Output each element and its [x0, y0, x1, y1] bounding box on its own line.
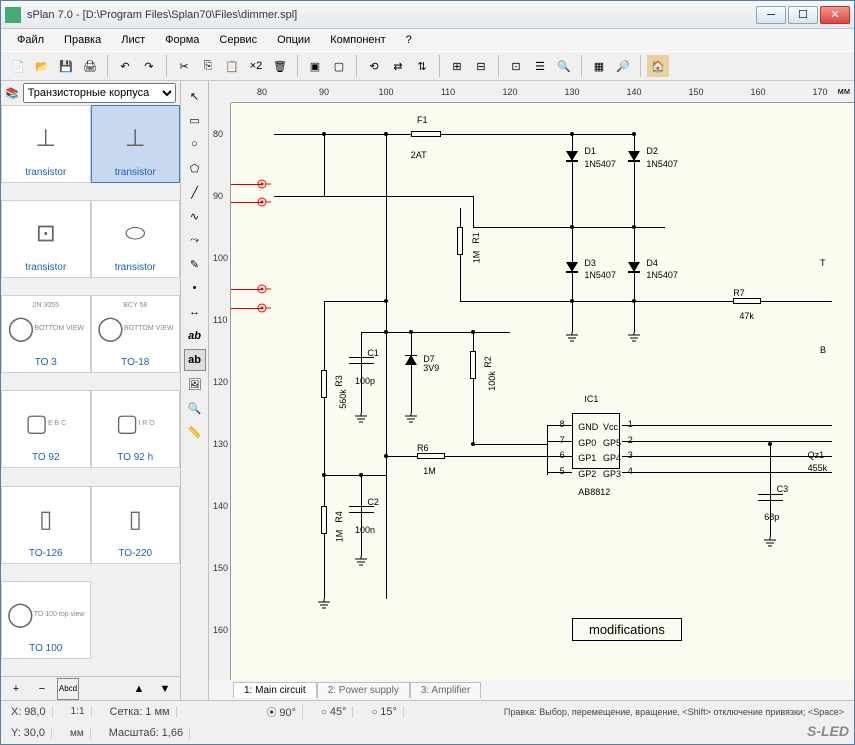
main-toolbar: 📄 📂 💾 🖨 ↶ ↷ ✂ ⎘ 📋 ×2 🗑 ▣ ▢ ⟲ ⇄ ⇅ ⊞ ⊟ ⊡ ☰…	[1, 51, 854, 81]
menu-form[interactable]: Форма	[157, 32, 207, 48]
status-hint: Правка: Выбор, перемещение, вращение, <S…	[498, 707, 850, 717]
group-button[interactable]: ⊞	[446, 55, 468, 77]
menu-component[interactable]: Компонент	[322, 32, 393, 48]
rotate-button[interactable]: ⟲	[363, 55, 385, 77]
bezier-tool[interactable]: ⤳	[184, 229, 206, 251]
ruler-unit: мм	[838, 86, 850, 96]
cursor-x: X: 98,0	[5, 706, 53, 718]
status-unit: мм	[64, 728, 91, 739]
grid-button[interactable]: ▦	[588, 55, 610, 77]
select-tool[interactable]: ↖	[184, 85, 206, 107]
component-TO-3[interactable]: 2N 3055◯BOTTOM VIEWTO 3	[1, 295, 91, 373]
snap-button[interactable]: ⊡	[505, 55, 527, 77]
freehand-tool[interactable]: ✎	[184, 253, 206, 275]
app-icon	[5, 7, 21, 23]
angle-45[interactable]: ○ 45°	[315, 706, 353, 718]
zoom-button[interactable]: 🔎	[612, 55, 634, 77]
titlebar: sPlan 7.0 - [D:\Program Files\Splan70\Fi…	[1, 1, 854, 29]
scale-info: Масштаб: 1,66	[103, 727, 190, 739]
menu-help[interactable]: ?	[398, 32, 420, 48]
node-tool[interactable]: •	[184, 277, 206, 299]
text-tool[interactable]: ab	[184, 325, 206, 347]
watermark-logo: S-LED	[807, 723, 849, 739]
sort-desc-button[interactable]: ▼	[154, 678, 176, 700]
delete-button[interactable]: 🗑	[269, 55, 291, 77]
component-TO-126[interactable]: ▯TO-126	[1, 486, 91, 564]
measure-tool[interactable]: 📏	[184, 421, 206, 443]
menu-service[interactable]: Сервис	[211, 32, 265, 48]
window-title: sPlan 7.0 - [D:\Program Files\Splan70\Fi…	[27, 9, 756, 21]
component-transistor[interactable]: ⊥transistor	[1, 105, 91, 183]
open-button[interactable]: 📂	[31, 55, 53, 77]
component-TO-92[interactable]: ▢E B CTO 92	[1, 390, 91, 468]
tab-power[interactable]: 2: Power supply	[317, 682, 410, 698]
line-tool[interactable]: ╱	[184, 181, 206, 203]
new-button[interactable]: 📄	[7, 55, 29, 77]
modifications-box: modifications	[572, 618, 682, 641]
close-button[interactable]: ✕	[820, 6, 850, 24]
copy-button[interactable]: ⎘	[197, 55, 219, 77]
circle-tool[interactable]: ○	[184, 133, 206, 155]
statusbar: X: 98,0 1:1 Сетка: 1 мм ⦿ 90° ○ 45° ○ 15…	[1, 700, 854, 744]
sheet-tabs: 1: Main circuit 2: Power supply 3: Ampli…	[209, 680, 854, 700]
list-button[interactable]: ☰	[529, 55, 551, 77]
cursor-y: Y: 30,0	[5, 727, 52, 739]
menu-options[interactable]: Опции	[269, 32, 318, 48]
drawing-tools: ↖ ▭ ○ ⬠ ╱ ∿ ⤳ ✎ • ↔ ab ab 🖼 🔍 📏	[181, 81, 209, 700]
horizontal-ruler: мм 8090100110120130140150160170	[231, 81, 854, 103]
find-button[interactable]: 🔍	[553, 55, 575, 77]
zoom-tool[interactable]: 🔍	[184, 397, 206, 419]
vertical-ruler: 8090100110120130140150160	[209, 103, 231, 680]
undo-button[interactable]: ↶	[114, 55, 136, 77]
menu-sheet[interactable]: Лист	[113, 32, 153, 48]
library-icon[interactable]: 📚	[5, 87, 19, 100]
tab-amp[interactable]: 3: Amplifier	[410, 682, 481, 698]
component-TO-100[interactable]: ◯TO 100 top viewTO 100	[1, 581, 91, 659]
angle-15[interactable]: ○ 15°	[365, 706, 403, 718]
tab-main[interactable]: 1: Main circuit	[233, 682, 317, 698]
schematic-canvas[interactable]: F12ATD11N5407D21N5407D31N5407D41N5407R11…	[231, 103, 854, 680]
dimension-tool[interactable]: ↔	[184, 301, 206, 323]
curve-tool[interactable]: ∿	[184, 205, 206, 227]
menu-file[interactable]: Файл	[9, 32, 52, 48]
component-transistor[interactable]: ⊥transistor	[91, 105, 181, 183]
sort-asc-button[interactable]: ▲	[128, 678, 150, 700]
textframe-tool[interactable]: ab	[184, 349, 206, 371]
menu-edit[interactable]: Правка	[56, 32, 109, 48]
save-button[interactable]: 💾	[55, 55, 77, 77]
library-select[interactable]: Транзисторные корпуса	[23, 83, 176, 103]
paste-button[interactable]: 📋	[221, 55, 243, 77]
rect-tool[interactable]: ▭	[184, 109, 206, 131]
grid-info: Сетка: 1 мм	[104, 706, 177, 718]
front-button[interactable]: ▣	[304, 55, 326, 77]
menubar: Файл Правка Лист Форма Сервис Опции Комп…	[1, 29, 854, 51]
component-sidebar: 📚 Транзисторные корпуса ⊥transistor⊥tran…	[1, 81, 181, 700]
mirror-h-button[interactable]: ⇄	[387, 55, 409, 77]
component-TO-220[interactable]: ▯TO-220	[91, 486, 181, 564]
maximize-button[interactable]: ☐	[788, 6, 818, 24]
image-tool[interactable]: 🖼	[184, 373, 206, 395]
home-button[interactable]: 🏠	[647, 55, 669, 77]
minimize-button[interactable]: ─	[756, 6, 786, 24]
remove-component-button[interactable]: −	[31, 678, 53, 700]
zoom-ratio: 1:1	[65, 706, 92, 717]
duplicate-button[interactable]: ×2	[245, 55, 267, 77]
back-button[interactable]: ▢	[328, 55, 350, 77]
poly-tool[interactable]: ⬠	[184, 157, 206, 179]
print-button[interactable]: 🖨	[79, 55, 101, 77]
ungroup-button[interactable]: ⊟	[470, 55, 492, 77]
component-transistor[interactable]: ⊡transistor	[1, 200, 91, 278]
redo-button[interactable]: ↷	[138, 55, 160, 77]
component-transistor[interactable]: ⬭transistor	[91, 200, 181, 278]
cut-button[interactable]: ✂	[173, 55, 195, 77]
angle-90[interactable]: ⦿ 90°	[261, 704, 303, 719]
add-component-button[interactable]: +	[5, 678, 27, 700]
abcd-toggle[interactable]: Abcd	[57, 678, 79, 700]
component-TO-18[interactable]: BCY 58◯BOTTOM VIEWTO-18	[91, 295, 181, 373]
mirror-v-button[interactable]: ⇅	[411, 55, 433, 77]
component-TO-92-h[interactable]: ▢I R OTO 92 h	[91, 390, 181, 468]
